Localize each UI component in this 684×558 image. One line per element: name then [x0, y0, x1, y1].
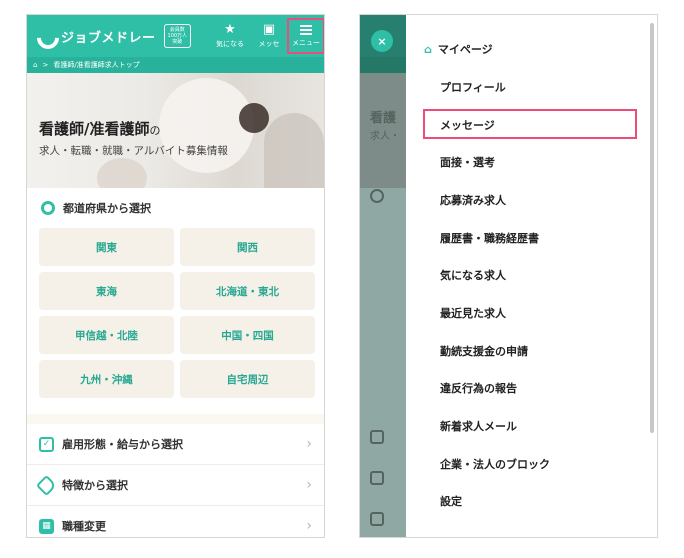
dim-title: 看護: [370, 111, 397, 126]
menu-item-profile[interactable]: プロフィール: [440, 79, 506, 95]
region-koshinetsu-hokuriku-button[interactable]: 甲信越・北陸: [39, 316, 174, 354]
filter-change-job-type[interactable]: ▦ 職種変更 ›: [27, 506, 324, 537]
hero-photo-shape: [239, 103, 269, 133]
dim-breadcrumb: [360, 57, 406, 73]
favorites-button[interactable]: ★ 気になる: [212, 15, 248, 57]
region-kansai-button[interactable]: 関西: [180, 228, 315, 266]
prefecture-heading-label: 都道府県から選択: [63, 202, 151, 215]
menu-item-recent-jobs[interactable]: 最近見た求人: [440, 305, 506, 321]
dim-tag-icon: [370, 471, 384, 485]
messages-highlight: [423, 109, 637, 139]
filter-label: 職種変更: [62, 520, 106, 533]
title-suffix: の: [149, 124, 161, 137]
title-main: 看護師/准看護師: [39, 120, 150, 138]
check-box-icon: ✓: [39, 436, 54, 452]
menu-item-resume[interactable]: 履歴書・職務経歴書: [440, 230, 539, 246]
logo[interactable]: ジョブメドレー 会員数 100万人 突破: [35, 24, 192, 48]
menu-item-mypage[interactable]: ⌂ マイページ: [424, 41, 493, 57]
hero-photo-shape: [159, 78, 254, 173]
dim-check-icon: [370, 430, 384, 444]
left-screen: ジョブメドレー 会員数 100万人 突破 ★ 気になる ▣ メッセ メニュー ⌂…: [26, 14, 325, 538]
section-divider: [27, 414, 324, 424]
filter-label: 雇用形態・給与から選択: [62, 438, 183, 451]
badge-line: 突破: [172, 39, 183, 45]
breadcrumb-separator: >: [42, 61, 49, 69]
hero-photo-shape: [264, 113, 324, 188]
region-near-home-button[interactable]: 自宅周辺: [180, 360, 315, 398]
region-hokkaido-tohoku-button[interactable]: 北海道・東北: [180, 272, 315, 310]
close-menu-button[interactable]: ×: [371, 30, 393, 52]
menu-item-new-job-mail[interactable]: 新着求人メール: [440, 418, 517, 434]
logo-text: ジョブメドレー: [61, 30, 156, 46]
dim-grid-icon: [370, 512, 384, 526]
menu-drawer: ⌂ マイページ プロフィール メッセージ 面接・選考 応募済み求人 履歴書・職務…: [406, 15, 657, 537]
favorites-label: 気になる: [216, 40, 244, 48]
menu-item-block-company[interactable]: 企業・法人のブロック: [440, 456, 550, 472]
hero-banner: 看護師/准看護師の 求人・転職・就職・アルバイト募集情報: [27, 73, 324, 188]
region-tokai-button[interactable]: 東海: [39, 272, 174, 310]
menu-item-retention-bonus[interactable]: 勤続支援金の申請: [440, 343, 528, 359]
location-pin-icon: [41, 201, 55, 215]
chat-icon: ▣: [262, 22, 276, 37]
page-subtitle: 求人・転職・就職・アルバイト募集情報: [39, 145, 228, 157]
filter-employment-salary[interactable]: ✓ 雇用形態・給与から選択 ›: [27, 424, 324, 465]
region-chugoku-shikoku-button[interactable]: 中国・四国: [180, 316, 315, 354]
breadcrumb: ⌂ > 看護師/准看護師求人トップ: [27, 57, 324, 73]
menu-highlight: [287, 18, 324, 54]
dimmed-background[interactable]: 看護 求人・ ×: [360, 15, 406, 537]
region-kanto-button[interactable]: 関東: [39, 228, 174, 266]
menu-item-applied-jobs[interactable]: 応募済み求人: [440, 192, 506, 208]
prefecture-section: 都道府県から選択 関東 関西 東海 北海道・東北 甲信越・北陸 中国・四国 九州…: [27, 188, 324, 398]
menu-item-interview[interactable]: 面接・選考: [440, 154, 495, 170]
tag-icon: [35, 474, 58, 496]
prefecture-heading: 都道府県から選択: [37, 188, 314, 228]
menu-item-settings[interactable]: 設定: [440, 493, 462, 509]
dim-subtitle: 求人・: [370, 131, 400, 142]
right-screen: 看護 求人・ × ⌂ マイページ プロフィール メッセージ 面接・選考 応募済み…: [359, 14, 658, 538]
messages-button[interactable]: ▣ メッセ: [252, 15, 286, 57]
menu-item-favorite-jobs[interactable]: 気になる求人: [440, 267, 506, 283]
menu-item-report-violation[interactable]: 違反行為の報告: [440, 380, 517, 396]
member-badge: 会員数 100万人 突破: [163, 24, 192, 48]
filter-features[interactable]: 特徴から選択 ›: [27, 465, 324, 506]
scrollbar[interactable]: [650, 23, 654, 433]
hero-photo-shape: [97, 158, 147, 188]
grid-icon: ▦: [39, 518, 54, 534]
home-icon[interactable]: ⌂: [33, 61, 37, 69]
logo-mark-icon: [35, 27, 55, 45]
region-grid: 関東 関西 東海 北海道・東北 甲信越・北陸 中国・四国 九州・沖縄 自宅周辺: [37, 228, 315, 398]
messages-label: メッセ: [258, 40, 280, 48]
chevron-right-icon: ›: [306, 477, 312, 493]
chevron-right-icon: ›: [306, 436, 312, 452]
dim-pin-icon: [370, 189, 384, 203]
star-icon: ★: [224, 22, 236, 37]
chevron-right-icon: ›: [306, 518, 312, 534]
menu-item-label: マイページ: [437, 43, 493, 56]
breadcrumb-current: 看護師/准看護師求人トップ: [53, 61, 140, 69]
app-header: ジョブメドレー 会員数 100万人 突破 ★ 気になる ▣ メッセ メニュー: [27, 15, 324, 57]
home-icon: ⌂: [424, 42, 432, 56]
region-kyushu-okinawa-button[interactable]: 九州・沖縄: [39, 360, 174, 398]
filter-label: 特徴から選択: [62, 479, 128, 492]
page-title: 看護師/准看護師の: [39, 118, 160, 139]
